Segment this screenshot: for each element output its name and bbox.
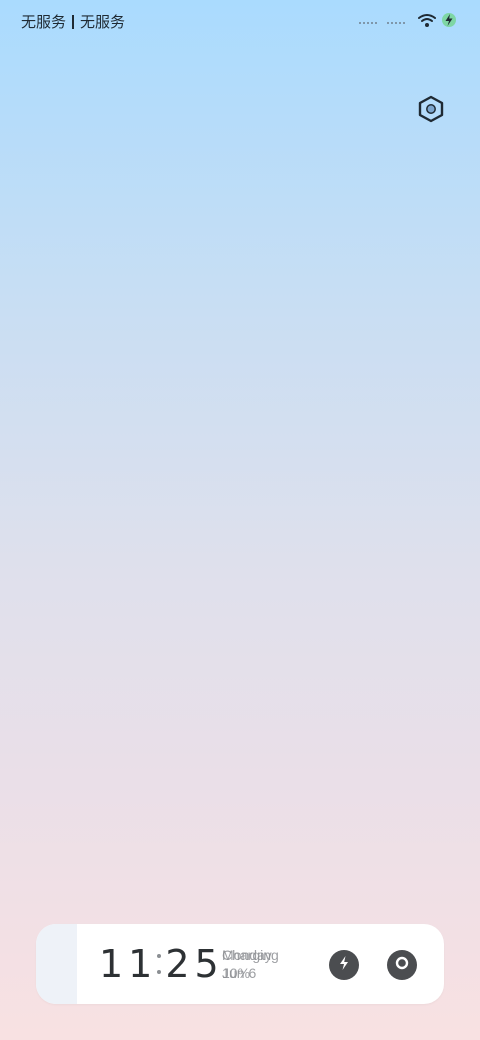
- quick-charge-icon: [337, 955, 351, 976]
- settings-button[interactable]: [416, 95, 446, 128]
- signal-indicator: [358, 21, 406, 24]
- clock: 11 25: [99, 942, 224, 986]
- quick-charge-button[interactable]: [329, 950, 359, 980]
- widget-status-text: Monday Charging 10% Jun 6: [222, 946, 302, 982]
- carrier-label-2: 无服务: [80, 13, 126, 31]
- signal-dots-1: [358, 21, 378, 24]
- clock-minutes: 25: [165, 942, 224, 986]
- settings-hexagon-icon: [418, 95, 444, 128]
- clock-hours: 11: [99, 942, 158, 986]
- circle-button[interactable]: [387, 950, 417, 980]
- carrier-separator: [72, 14, 75, 29]
- circle-icon: [395, 956, 409, 975]
- carrier-label-1: 无服务: [21, 13, 67, 31]
- battery-charging-icon: [442, 12, 456, 33]
- carrier-info: 无服务 无服务: [21, 11, 125, 32]
- status-icons: [358, 12, 456, 33]
- wifi-icon: [418, 13, 436, 33]
- charge-level-fill: [36, 924, 77, 1004]
- signal-dots-2: [386, 21, 406, 24]
- status-bar: 无服务 无服务: [0, 0, 480, 44]
- date-label: Jun 6: [222, 965, 257, 981]
- clock-colon: [157, 954, 162, 974]
- charging-label: Charging: [222, 947, 279, 963]
- charging-widget[interactable]: 11 25 Monday Charging 10% Jun 6: [36, 924, 444, 1004]
